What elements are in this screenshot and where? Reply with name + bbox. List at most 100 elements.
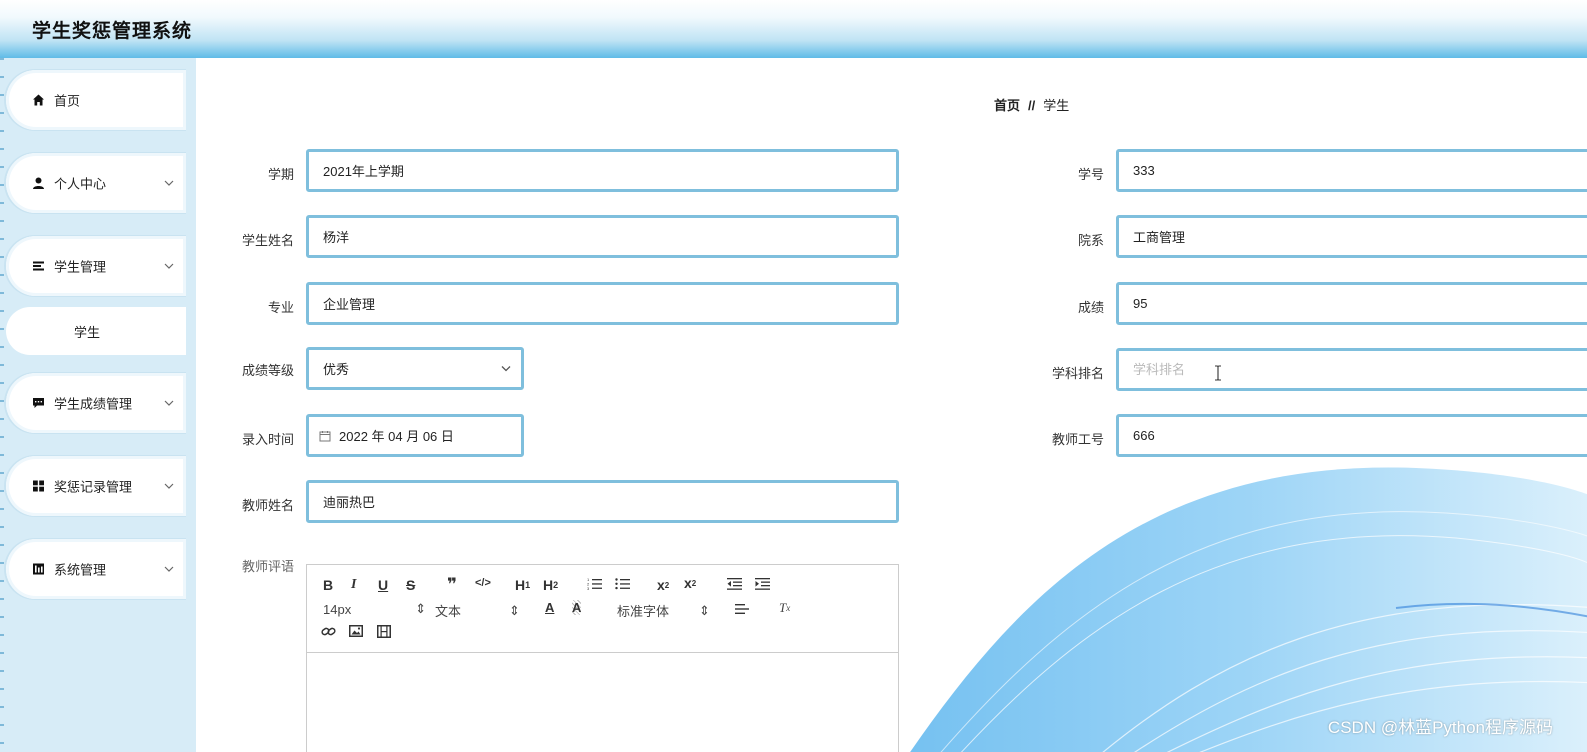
score-label: 成绩 xyxy=(1077,300,1104,315)
sidebar-item-student-management[interactable]: 学生管理 xyxy=(6,236,186,296)
grade-level-select[interactable]: 优秀 xyxy=(306,347,524,390)
department-label: 院系 xyxy=(1077,233,1104,248)
link-icon[interactable] xyxy=(321,625,336,638)
student-no-label: 学号 xyxy=(1077,167,1104,182)
entry-time-datepicker[interactable]: 2022 年 04 月 06 日 xyxy=(306,414,524,457)
updown-icon: ⇕ xyxy=(699,602,710,618)
font-size-select[interactable]: 14px ⇕ xyxy=(323,601,426,617)
sidebar-item-label: 学生成绩管理 xyxy=(54,396,133,412)
sidebar-item-system-management[interactable]: 系统管理 xyxy=(6,539,186,599)
chevron-down-icon xyxy=(164,566,174,572)
grade-level-label: 成绩等级 xyxy=(241,363,294,378)
text-cursor-icon xyxy=(1215,365,1221,381)
font-color-icon[interactable]: A xyxy=(545,600,554,615)
chevron-down-icon xyxy=(164,263,174,269)
chevron-down-icon xyxy=(164,483,174,489)
grade-level-value: 优秀 xyxy=(323,362,350,377)
sidebar-decoration xyxy=(0,58,4,752)
sidebar-subitem-label: 学生 xyxy=(73,324,100,340)
breadcrumb: 首页 // 学生 xyxy=(994,95,1069,114)
underline-icon[interactable]: U xyxy=(378,577,388,593)
subscript-icon[interactable]: x2 xyxy=(657,577,669,593)
blockquote-icon[interactable]: ❞ xyxy=(447,575,457,595)
breadcrumb-home[interactable]: 首页 xyxy=(994,98,1020,113)
student-name-field[interactable]: 杨洋 xyxy=(306,215,899,258)
grid-icon xyxy=(32,480,45,493)
sidebar-item-personal-center[interactable]: 个人中心 xyxy=(6,153,186,213)
teacher-comment-editor[interactable]: B I U S ❞ </> H1 H2 123 x2 x2 14px ⇕ 文本 … xyxy=(306,564,899,752)
teacher-comment-label: 教师评语 xyxy=(241,559,294,574)
sidebar-item-score-management[interactable]: 学生成绩管理 xyxy=(6,373,186,433)
student-no-value: 333 xyxy=(1133,163,1155,178)
bullet-list-icon[interactable] xyxy=(615,577,630,590)
term-label: 学期 xyxy=(267,167,294,182)
updown-icon: ⇕ xyxy=(509,602,520,618)
align-icon[interactable] xyxy=(735,603,749,615)
score-field[interactable]: 95 xyxy=(1116,282,1587,325)
major-label: 专业 xyxy=(267,300,294,315)
updown-icon: ⇕ xyxy=(415,601,427,616)
italic-icon[interactable]: I xyxy=(351,577,356,593)
sidebar-item-label: 学生管理 xyxy=(54,259,107,275)
superscript-icon[interactable]: x2 xyxy=(684,575,696,591)
heading1-icon[interactable]: H1 xyxy=(515,577,530,593)
app-title: 学生奖惩管理系统 xyxy=(32,21,193,42)
video-icon[interactable] xyxy=(377,625,391,638)
editor-content-area[interactable] xyxy=(307,653,898,752)
sidebar: 首页 个人中心 学生管理 学生 学生成绩管理 奖惩记录管理 系统管理 xyxy=(0,58,196,752)
main-content: 首页//学生 学期 2021年上学期 学生姓名 杨洋 专业 企业管理 成绩等级 … xyxy=(196,58,1587,752)
background-color-icon[interactable]: A xyxy=(572,600,582,615)
outdent-icon[interactable] xyxy=(727,577,742,590)
teacher-no-field[interactable]: 666 xyxy=(1116,414,1587,457)
breadcrumb-current: 学生 xyxy=(1043,98,1070,113)
student-no-field[interactable]: 333 xyxy=(1116,149,1587,192)
strikethrough-icon[interactable]: S xyxy=(406,577,415,593)
sidebar-item-reward-record-management[interactable]: 奖惩记录管理 xyxy=(6,456,186,516)
calendar-icon xyxy=(319,430,331,441)
image-icon[interactable] xyxy=(349,625,363,637)
text-format-value: 文本 xyxy=(435,604,462,619)
font-size-value: 14px xyxy=(323,601,352,617)
breadcrumb-separator: // xyxy=(1028,98,1036,113)
chevron-down-icon xyxy=(164,400,174,406)
font-family-value: 标准字体 xyxy=(617,604,670,619)
watermark: CSDN @林蓝Python程序源码 xyxy=(1327,718,1553,737)
chat-icon xyxy=(32,397,45,410)
code-icon[interactable]: </> xyxy=(475,577,491,589)
subject-rank-input[interactable] xyxy=(1116,348,1587,391)
student-name-label: 学生姓名 xyxy=(241,233,294,248)
editor-toolbar: B I U S ❞ </> H1 H2 123 x2 x2 14px ⇕ 文本 … xyxy=(307,565,898,653)
major-value: 企业管理 xyxy=(323,297,376,312)
student-name-value: 杨洋 xyxy=(323,230,350,245)
score-value: 95 xyxy=(1133,296,1148,311)
chart-icon xyxy=(32,563,45,576)
ordered-list-icon[interactable]: 123 xyxy=(587,577,602,590)
sidebar-item-home[interactable]: 首页 xyxy=(6,70,186,130)
teacher-name-field[interactable]: 迪丽热巴 xyxy=(306,480,899,523)
department-field[interactable]: 工商管理 xyxy=(1116,215,1587,258)
entry-time-label: 录入时间 xyxy=(241,432,294,447)
sidebar-item-label: 奖惩记录管理 xyxy=(54,479,133,495)
teacher-name-value: 迪丽热巴 xyxy=(323,495,376,510)
font-family-select[interactable]: 标准字体 ⇕ xyxy=(617,601,710,620)
subject-rank-label: 学科排名 xyxy=(1051,366,1104,381)
text-format-select[interactable]: 文本 ⇕ xyxy=(435,601,520,620)
teacher-no-value: 666 xyxy=(1133,428,1155,443)
teacher-no-label: 教师工号 xyxy=(1051,432,1104,447)
heading2-icon[interactable]: H2 xyxy=(543,577,558,593)
background-wave-decoration xyxy=(910,467,1587,752)
clear-format-icon[interactable]: Tx xyxy=(779,600,790,616)
bold-icon[interactable]: B xyxy=(323,577,333,593)
indent-icon[interactable] xyxy=(755,577,770,590)
list-icon xyxy=(32,260,45,273)
department-value: 工商管理 xyxy=(1133,230,1186,245)
svg-text:3: 3 xyxy=(587,586,590,590)
sidebar-subitem-student[interactable]: 学生 xyxy=(6,307,186,355)
term-field[interactable]: 2021年上学期 xyxy=(306,149,899,192)
sidebar-item-label: 个人中心 xyxy=(54,176,107,192)
home-icon xyxy=(32,94,45,107)
sidebar-item-label: 系统管理 xyxy=(54,562,107,578)
major-field[interactable]: 企业管理 xyxy=(306,282,899,325)
top-header: 学生奖惩管理系统 xyxy=(0,0,1587,58)
teacher-name-label: 教师姓名 xyxy=(241,498,294,513)
